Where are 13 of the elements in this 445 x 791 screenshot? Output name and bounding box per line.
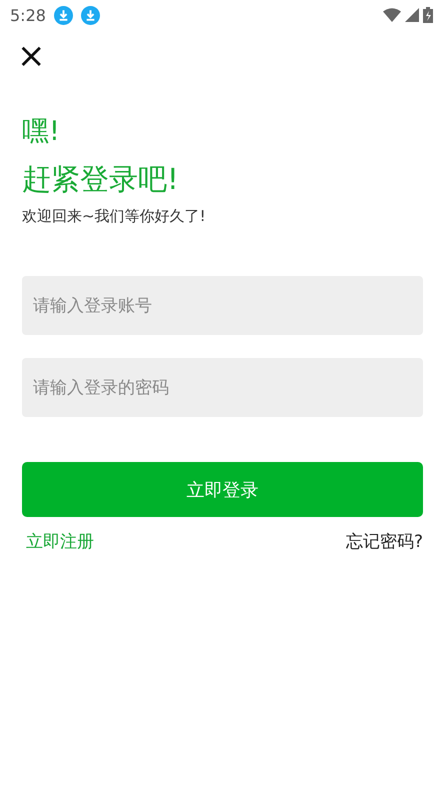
input-field[interactable]: 请输入登录账号 xyxy=(22,276,423,335)
status-time: 5:28 xyxy=(10,6,46,24)
download-icon xyxy=(80,6,100,24)
signal-icon xyxy=(405,8,419,22)
battery-icon xyxy=(423,7,433,23)
forgot-password-link[interactable]: 忘记密码? xyxy=(346,531,423,553)
download-icon xyxy=(54,6,73,24)
close-button[interactable]: × xyxy=(17,43,43,69)
greeting-text: 嘿! xyxy=(22,115,61,149)
input-field[interactable]: 请输入登录的密码 xyxy=(22,358,423,417)
wifi-icon xyxy=(383,8,401,22)
subtitle-text: 欢迎回来~我们等你好久了! xyxy=(22,206,207,226)
headline-text: 赶紧登录吧! xyxy=(22,161,180,197)
